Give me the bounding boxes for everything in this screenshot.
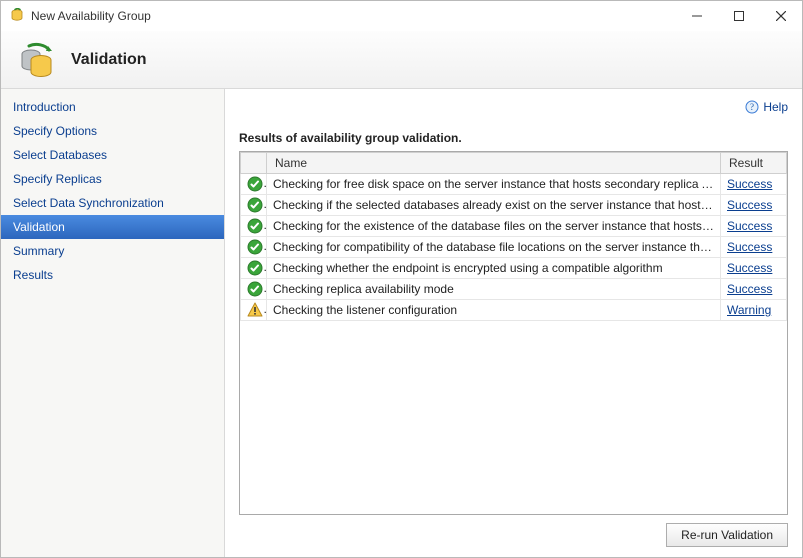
window-frame: New Availability Group Validation Introd… [0,0,803,558]
sidebar-item-specify-replicas[interactable]: Specify Replicas [1,167,224,191]
minimize-button[interactable] [676,2,718,30]
sidebar-item-validation[interactable]: Validation [1,215,224,239]
maximize-button[interactable] [718,2,760,30]
validation-step-name: Checking for the existence of the databa… [267,216,721,237]
warning-icon [241,300,267,321]
help-link[interactable]: Help [763,100,788,114]
validation-step-name: Checking whether the endpoint is encrypt… [267,258,721,279]
validation-result: Warning [721,300,787,321]
window-title: New Availability Group [31,9,151,23]
sidebar-item-specify-options[interactable]: Specify Options [1,119,224,143]
header: Validation [1,31,802,89]
success-icon [241,237,267,258]
svg-text:?: ? [750,102,754,112]
main-panel: ? Help Results of availability group val… [225,89,802,557]
result-link[interactable]: Success [727,219,772,233]
results-subtitle: Results of availability group validation… [239,131,788,145]
sidebar-item-introduction[interactable]: Introduction [1,95,224,119]
close-button[interactable] [760,2,802,30]
column-header-icon[interactable] [241,153,267,174]
validation-result: Success [721,258,787,279]
validation-result: Success [721,279,787,300]
table-row[interactable]: Checking the listener configuration Warni… [241,300,787,321]
validation-grid[interactable]: Name Result Checking for free disk space… [239,151,788,515]
help-icon: ? [745,100,759,114]
rerun-validation-button[interactable]: Re-run Validation [666,523,788,547]
result-link[interactable]: Success [727,177,772,191]
success-icon [241,195,267,216]
column-header-name[interactable]: Name [267,153,721,174]
validation-result: Success [721,237,787,258]
sidebar-item-results[interactable]: Results [1,263,224,287]
table-row[interactable]: Checking for the existence of the databa… [241,216,787,237]
sidebar-item-select-data-synchronization[interactable]: Select Data Synchronization [1,191,224,215]
sidebar-item-summary[interactable]: Summary [1,239,224,263]
result-link[interactable]: Success [727,240,772,254]
result-link[interactable]: Success [727,261,772,275]
result-link[interactable]: Success [727,282,772,296]
titlebar: New Availability Group [1,1,802,31]
validation-step-name: Checking the listener configuration [267,300,721,321]
result-link[interactable]: Success [727,198,772,212]
success-icon [241,279,267,300]
app-icon [9,8,25,24]
page-title: Validation [71,51,147,69]
table-row[interactable]: Checking for free disk space on the serv… [241,174,787,195]
validation-result: Success [721,174,787,195]
validation-step-name: Checking if the selected databases alrea… [267,195,721,216]
validation-step-name: Checking for free disk space on the serv… [267,174,721,195]
success-icon [241,216,267,237]
table-row[interactable]: Checking for compatibility of the databa… [241,237,787,258]
wizard-icon [17,40,57,80]
sidebar-item-select-databases[interactable]: Select Databases [1,143,224,167]
column-header-result[interactable]: Result [721,153,787,174]
result-link[interactable]: Warning [727,303,771,317]
validation-step-name: Checking for compatibility of the databa… [267,237,721,258]
footer: Re-run Validation [239,515,788,547]
table-row[interactable]: Checking if the selected databases alrea… [241,195,787,216]
validation-result: Success [721,216,787,237]
validation-step-name: Checking replica availability mode [267,279,721,300]
body: IntroductionSpecify OptionsSelect Databa… [1,89,802,557]
success-icon [241,258,267,279]
validation-result: Success [721,195,787,216]
table-row[interactable]: Checking whether the endpoint is encrypt… [241,258,787,279]
success-icon [241,174,267,195]
table-row[interactable]: Checking replica availability mode Succes… [241,279,787,300]
sidebar: IntroductionSpecify OptionsSelect Databa… [1,89,225,557]
